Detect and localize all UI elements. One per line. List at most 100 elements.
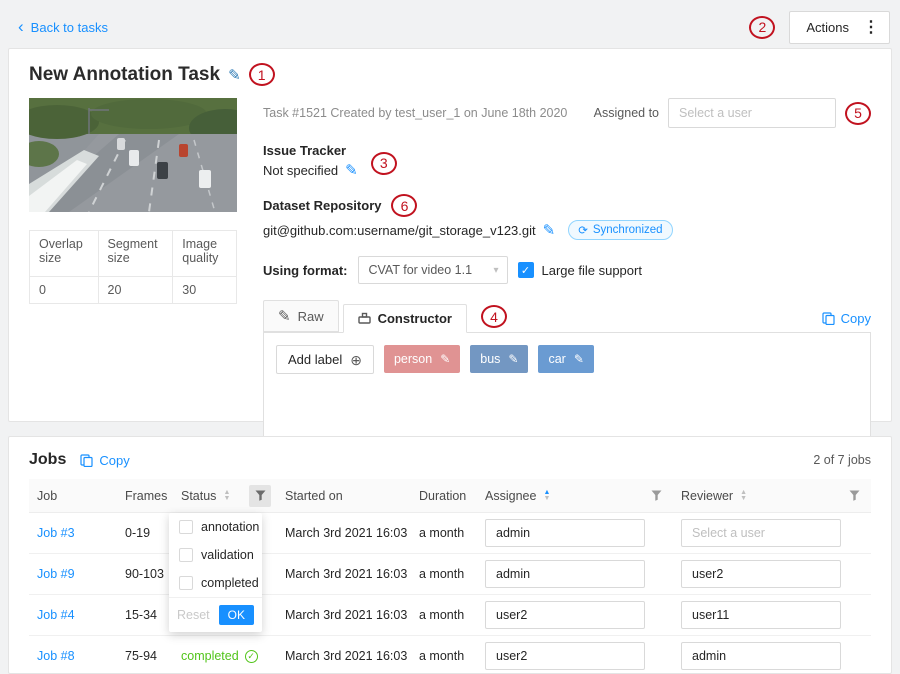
col-job: Job (29, 489, 117, 503)
dataset-repository-label: Dataset Repository (263, 198, 381, 213)
status-filter-icon[interactable] (249, 485, 271, 507)
sort-icon[interactable]: ▲▼ (223, 490, 230, 502)
status-filter-dropdown: annotation validation completed Reset OK (169, 513, 262, 632)
label-tag-car[interactable]: car ✎ (538, 345, 593, 373)
task-parameters-table: Overlap size Segment size Image quality … (29, 230, 237, 304)
job-link[interactable]: Job #3 (37, 526, 75, 540)
edit-issue-tracker-icon[interactable]: ✎ (345, 161, 358, 179)
duration-cell: a month (411, 608, 477, 622)
label-tag-bus-name: bus (480, 352, 500, 366)
row-assignee-input[interactable] (485, 560, 645, 588)
frames-cell: 15-34 (117, 608, 173, 622)
row-assignee-input[interactable] (485, 642, 645, 670)
page-title: New Annotation Task (29, 64, 220, 86)
large-file-support-checkbox[interactable]: ✓ (518, 262, 534, 278)
table-row: Job #8 75-94 completed ✓ March 3rd 2021 … (29, 636, 871, 674)
back-to-tasks-link[interactable]: ‹ Back to tasks (18, 20, 108, 35)
frames-cell: 0-19 (117, 526, 173, 540)
task-left-column: Overlap size Segment size Image quality … (29, 98, 237, 444)
started-cell: March 3rd 2021 16:03 (277, 608, 411, 622)
assignee-input[interactable] (668, 98, 836, 128)
labels-constructor-panel: Add label ⊕ person ✎ bus ✎ car ✎ (263, 332, 871, 444)
checkbox-completed[interactable] (179, 576, 193, 590)
filter-option-completed[interactable]: completed (169, 569, 262, 597)
callout-2: 2 (749, 16, 775, 39)
constructor-tool-icon (358, 312, 371, 325)
callout-6: 6 (391, 194, 417, 217)
page: ‹ Back to tasks 2 Actions ⋮ New Annotati… (0, 0, 900, 674)
status-cell: completed ✓ (173, 649, 277, 663)
filter-ok-button[interactable]: OK (219, 605, 254, 625)
started-cell: March 3rd 2021 16:03 (277, 567, 411, 581)
filter-option-annotation[interactable]: annotation (169, 513, 262, 541)
edit-label-icon[interactable]: ✎ (574, 352, 584, 366)
plus-circle-icon: ⊕ (350, 353, 362, 367)
topbar-right: 2 Actions ⋮ (749, 11, 890, 44)
sort-icon[interactable]: ▲▼ (543, 490, 550, 502)
format-label: Using format: (263, 263, 348, 278)
col-started: Started on (277, 489, 411, 503)
edit-label-icon[interactable]: ✎ (440, 352, 450, 366)
duration-cell: a month (411, 649, 477, 663)
format-select[interactable]: CVAT for video 1.1 ▾ (358, 256, 508, 284)
jobs-copy-button[interactable]: Copy (80, 453, 129, 468)
format-row: Using format: CVAT for video 1.1 ▾ ✓ Lar… (263, 256, 871, 284)
job-link[interactable]: Job #9 (37, 567, 75, 581)
tab-raw[interactable]: ✎ Raw (263, 300, 339, 332)
labels-copy-label: Copy (841, 311, 871, 326)
checkbox-validation[interactable] (179, 548, 193, 562)
assignee-filter-icon[interactable] (645, 485, 667, 507)
add-label-button[interactable]: Add label ⊕ (276, 345, 374, 374)
row-assignee-input[interactable] (485, 601, 645, 629)
assigned-to-block: Assigned to 5 (594, 98, 871, 128)
dataset-repository-label-row: Dataset Repository 6 (263, 194, 871, 217)
issue-tracker-label: Issue Tracker (263, 143, 871, 158)
duration-cell: a month (411, 567, 477, 581)
row-assignee-input[interactable] (485, 519, 645, 547)
sync-status-badge: ⟳ Synchronized (568, 220, 672, 240)
sort-icon[interactable]: ▲▼ (740, 490, 747, 502)
label-tag-person-name: person (394, 352, 432, 366)
checkbox-annotation[interactable] (179, 520, 193, 534)
task-body: Overlap size Segment size Image quality … (29, 98, 871, 444)
row-reviewer-input[interactable] (681, 642, 841, 670)
dataset-repository-value-row: git@github.com:username/git_storage_v123… (263, 220, 871, 240)
label-tag-person[interactable]: person ✎ (384, 345, 460, 373)
row-reviewer-input[interactable] (681, 560, 841, 588)
job-link[interactable]: Job #8 (37, 649, 75, 663)
chevron-left-icon: ‹ (18, 18, 24, 35)
large-file-support-label: Large file support (542, 263, 642, 278)
edit-title-icon[interactable]: ✎ (228, 66, 241, 84)
callout-3: 3 (371, 152, 397, 175)
labels-tabs-row: ✎ Raw Constructor 4 (263, 300, 871, 332)
edit-repository-icon[interactable]: ✎ (543, 221, 556, 239)
edit-label-icon[interactable]: ✎ (508, 352, 518, 366)
row-reviewer-input[interactable] (681, 601, 841, 629)
traffic-scene-illustration (29, 98, 237, 212)
frames-cell: 90-103 (117, 567, 173, 581)
filter-option-label: completed (201, 576, 259, 590)
job-link[interactable]: Job #4 (37, 608, 75, 622)
label-tag-bus[interactable]: bus ✎ (470, 345, 528, 373)
back-link-label: Back to tasks (31, 20, 108, 35)
tab-raw-label: Raw (298, 309, 324, 324)
issue-tracker-value-row: Not specified ✎ 3 (263, 161, 871, 179)
labels-copy-button[interactable]: Copy (822, 311, 871, 326)
task-right-column: Task #1521 Created by test_user_1 on Jun… (263, 98, 871, 444)
tab-constructor[interactable]: Constructor (343, 304, 467, 333)
copy-icon (80, 454, 93, 467)
actions-button[interactable]: Actions ⋮ (789, 11, 890, 44)
top-bar: ‹ Back to tasks 2 Actions ⋮ (8, 8, 892, 46)
row-reviewer-input[interactable] (681, 519, 841, 547)
filter-option-label: annotation (201, 520, 259, 534)
chevron-down-icon: ▾ (493, 265, 498, 276)
frames-cell: 75-94 (117, 649, 173, 663)
filter-footer: Reset OK (169, 597, 262, 632)
callout-4: 4 (481, 305, 507, 328)
filter-reset-button[interactable]: Reset (177, 608, 210, 622)
add-label-text: Add label (288, 352, 342, 367)
task-meta-row: Task #1521 Created by test_user_1 on Jun… (263, 98, 871, 128)
pencil-icon: ✎ (278, 307, 291, 325)
reviewer-filter-icon[interactable] (843, 485, 865, 507)
filter-option-validation[interactable]: validation (169, 541, 262, 569)
